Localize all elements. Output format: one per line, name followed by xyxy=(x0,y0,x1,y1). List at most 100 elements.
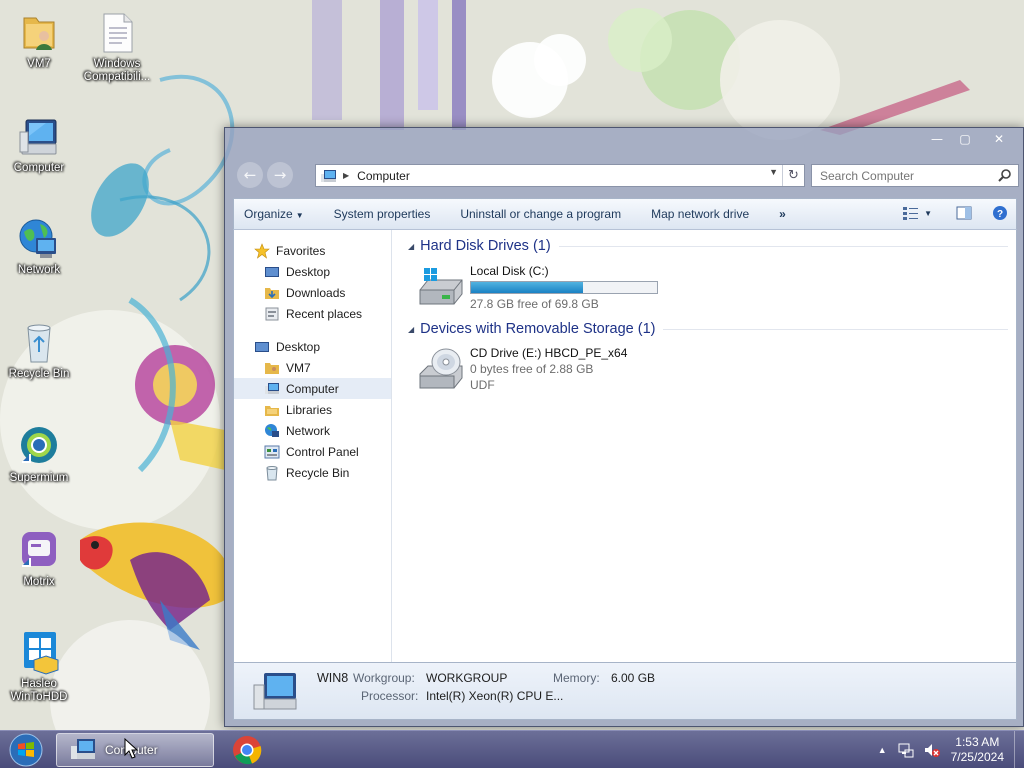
nav-vm7[interactable]: VM7 xyxy=(234,357,391,378)
help-icon[interactable]: ? xyxy=(992,205,1008,221)
desktop-icon-label: Motrix xyxy=(23,576,55,588)
breadcrumb-separator-icon: ▶ xyxy=(343,171,350,180)
address-dropdown-icon[interactable]: ▼ xyxy=(769,167,778,177)
hard-drive-icon xyxy=(419,268,463,305)
drive-local-disk-c[interactable]: Local Disk (C:) 27.8 GB free of 69.8 GB xyxy=(416,264,658,312)
user-folder-icon xyxy=(265,362,279,374)
drive-filesystem: UDF xyxy=(470,378,495,392)
nav-desktop[interactable]: Desktop xyxy=(234,336,391,357)
organize-menu[interactable]: Organize ▼ xyxy=(244,207,304,221)
search-box[interactable] xyxy=(811,164,1019,187)
star-icon xyxy=(254,242,270,259)
drive-usage-bar xyxy=(470,281,658,294)
network-status-icon[interactable] xyxy=(897,742,915,758)
minimize-button[interactable]: — xyxy=(923,130,951,148)
group-hard-disk-drives[interactable]: ◢ Hard Disk Drives (1) xyxy=(408,238,1008,254)
drive-free-space: 0 bytes free of 2.88 GB xyxy=(470,362,594,376)
computer-icon xyxy=(265,382,279,394)
desktop-icon-label: VM7 xyxy=(27,58,51,70)
computer-icon xyxy=(253,673,297,710)
view-dropdown-icon[interactable]: ▼ xyxy=(924,209,932,218)
drives-view: ◢ Hard Disk Drives (1) Local Disk (C:) 2… xyxy=(400,230,1016,662)
map-network-drive-button[interactable]: Map network drive xyxy=(651,207,749,221)
desktop-icon-label: Windows Compatibili... xyxy=(83,58,151,83)
content-area: Favorites Desktop Downloads Recent place… xyxy=(233,230,1017,662)
desktop-icon xyxy=(265,266,279,277)
nav-favorites[interactable]: Favorites xyxy=(234,240,391,261)
workgroup-value: WORKGROUP xyxy=(426,671,508,685)
hasleo-wintohdd-icon xyxy=(16,630,62,676)
close-button[interactable]: ✕ xyxy=(979,130,1019,148)
clock-time: 1:53 AM xyxy=(955,735,1000,749)
desktop-icon-vm7[interactable]: VM7 xyxy=(0,10,81,71)
show-desktop-button[interactable] xyxy=(1014,731,1024,768)
search-icon[interactable] xyxy=(998,168,1012,182)
nav-fav-desktop[interactable]: Desktop xyxy=(234,261,391,282)
chrome-icon xyxy=(233,736,262,765)
clock-date: 7/25/2024 xyxy=(950,750,1004,764)
breadcrumb-computer[interactable]: Computer xyxy=(357,169,410,183)
refresh-button[interactable]: ↻ xyxy=(782,165,804,186)
desktop-icon-network[interactable]: Network xyxy=(0,216,81,277)
collapse-triangle-icon[interactable]: ◢ xyxy=(408,242,414,251)
desktop-icon-motrix[interactable]: Motrix xyxy=(0,528,81,589)
clock[interactable]: 1:53 AM 7/25/2024 xyxy=(951,735,1004,765)
memory-label: Memory: xyxy=(553,671,600,685)
desktop-icon-supermium[interactable]: Supermium xyxy=(0,424,81,485)
more-commands-button[interactable]: » xyxy=(779,207,786,221)
drive-free-space: 27.8 GB free of 69.8 GB xyxy=(470,297,599,311)
nav-control-panel[interactable]: Control Panel xyxy=(234,441,391,462)
collapse-triangle-icon[interactable]: ◢ xyxy=(408,325,414,334)
uninstall-program-button[interactable]: Uninstall or change a program xyxy=(460,207,621,221)
desktop-icon-recycle-bin[interactable]: Recycle Bin xyxy=(0,320,81,381)
explorer-window[interactable]: — ▢ ✕ ← → ▶ Computer ▼ ↻ Organize xyxy=(224,127,1024,727)
svg-text:?: ? xyxy=(997,209,1003,220)
navigation-pane: Favorites Desktop Downloads Recent place… xyxy=(234,230,392,662)
group-removable-storage[interactable]: ◢ Devices with Removable Storage (1) xyxy=(408,321,1008,337)
computer-icon xyxy=(321,169,336,182)
drive-name: CD Drive (E:) HBCD_PE_x64 xyxy=(470,346,628,360)
processor-label: Processor: xyxy=(361,689,419,703)
system-properties-button[interactable]: System properties xyxy=(334,207,431,221)
change-view-icon[interactable] xyxy=(902,205,920,221)
desktop-icon-label: Hasleo WinToHDD xyxy=(10,678,68,703)
nav-fav-downloads[interactable]: Downloads xyxy=(234,282,391,303)
supermium-browser-icon xyxy=(16,424,62,470)
nav-libraries[interactable]: Libraries xyxy=(234,399,391,420)
desktop-icon-label: Recycle Bin xyxy=(8,368,70,380)
maximize-button[interactable]: ▢ xyxy=(951,130,979,148)
workgroup-label: Workgroup: xyxy=(353,671,415,685)
nav-network[interactable]: Network xyxy=(234,420,391,441)
nav-recycle-bin[interactable]: Recycle Bin xyxy=(234,462,391,483)
recycle-bin-icon xyxy=(266,465,278,480)
nav-fav-recent-places[interactable]: Recent places xyxy=(234,303,391,324)
nav-computer[interactable]: Computer xyxy=(234,378,391,399)
control-panel-icon xyxy=(264,445,280,458)
text-file-icon xyxy=(94,10,140,56)
search-input[interactable] xyxy=(820,168,990,183)
drive-cd-e[interactable]: CD Drive (E:) HBCD_PE_x64 0 bytes free o… xyxy=(416,346,627,394)
back-button[interactable]: ← xyxy=(237,162,263,188)
libraries-icon xyxy=(265,405,279,416)
start-button[interactable] xyxy=(6,732,46,768)
navigation-row: ← → ▶ Computer ▼ ↻ xyxy=(235,162,1019,188)
details-pane: WIN8 Workgroup: WORKGROUP Memory: 6.00 G… xyxy=(233,662,1017,720)
recent-places-icon xyxy=(265,307,279,320)
desktop-icon-computer[interactable]: Computer xyxy=(0,114,81,175)
address-bar[interactable]: ▶ Computer ▼ ↻ xyxy=(315,164,805,187)
taskbar-chrome-button[interactable] xyxy=(228,733,266,767)
preview-pane-icon[interactable] xyxy=(956,205,972,221)
show-hidden-icons-button[interactable]: ▲ xyxy=(878,745,887,755)
volume-muted-icon[interactable] xyxy=(923,742,941,758)
arrow-left-icon: ← xyxy=(243,166,257,184)
forward-button[interactable]: → xyxy=(267,162,293,188)
desktop-icon-hasleo[interactable]: Hasleo WinToHDD xyxy=(0,630,81,704)
desktop-icon-windows-compat[interactable]: Windows Compatibili... xyxy=(75,10,159,84)
computer-name: WIN8 xyxy=(317,671,349,685)
cd-drive-icon xyxy=(419,348,463,389)
system-tray: ▲ 1:53 AM 7/25/2024 xyxy=(878,731,1024,768)
desktop-icon xyxy=(255,341,269,352)
caption-buttons: — ▢ ✕ xyxy=(923,130,1019,148)
processor-value: Intel(R) Xeon(R) CPU E... xyxy=(426,689,564,703)
chevron-down-icon: ▼ xyxy=(295,211,304,220)
